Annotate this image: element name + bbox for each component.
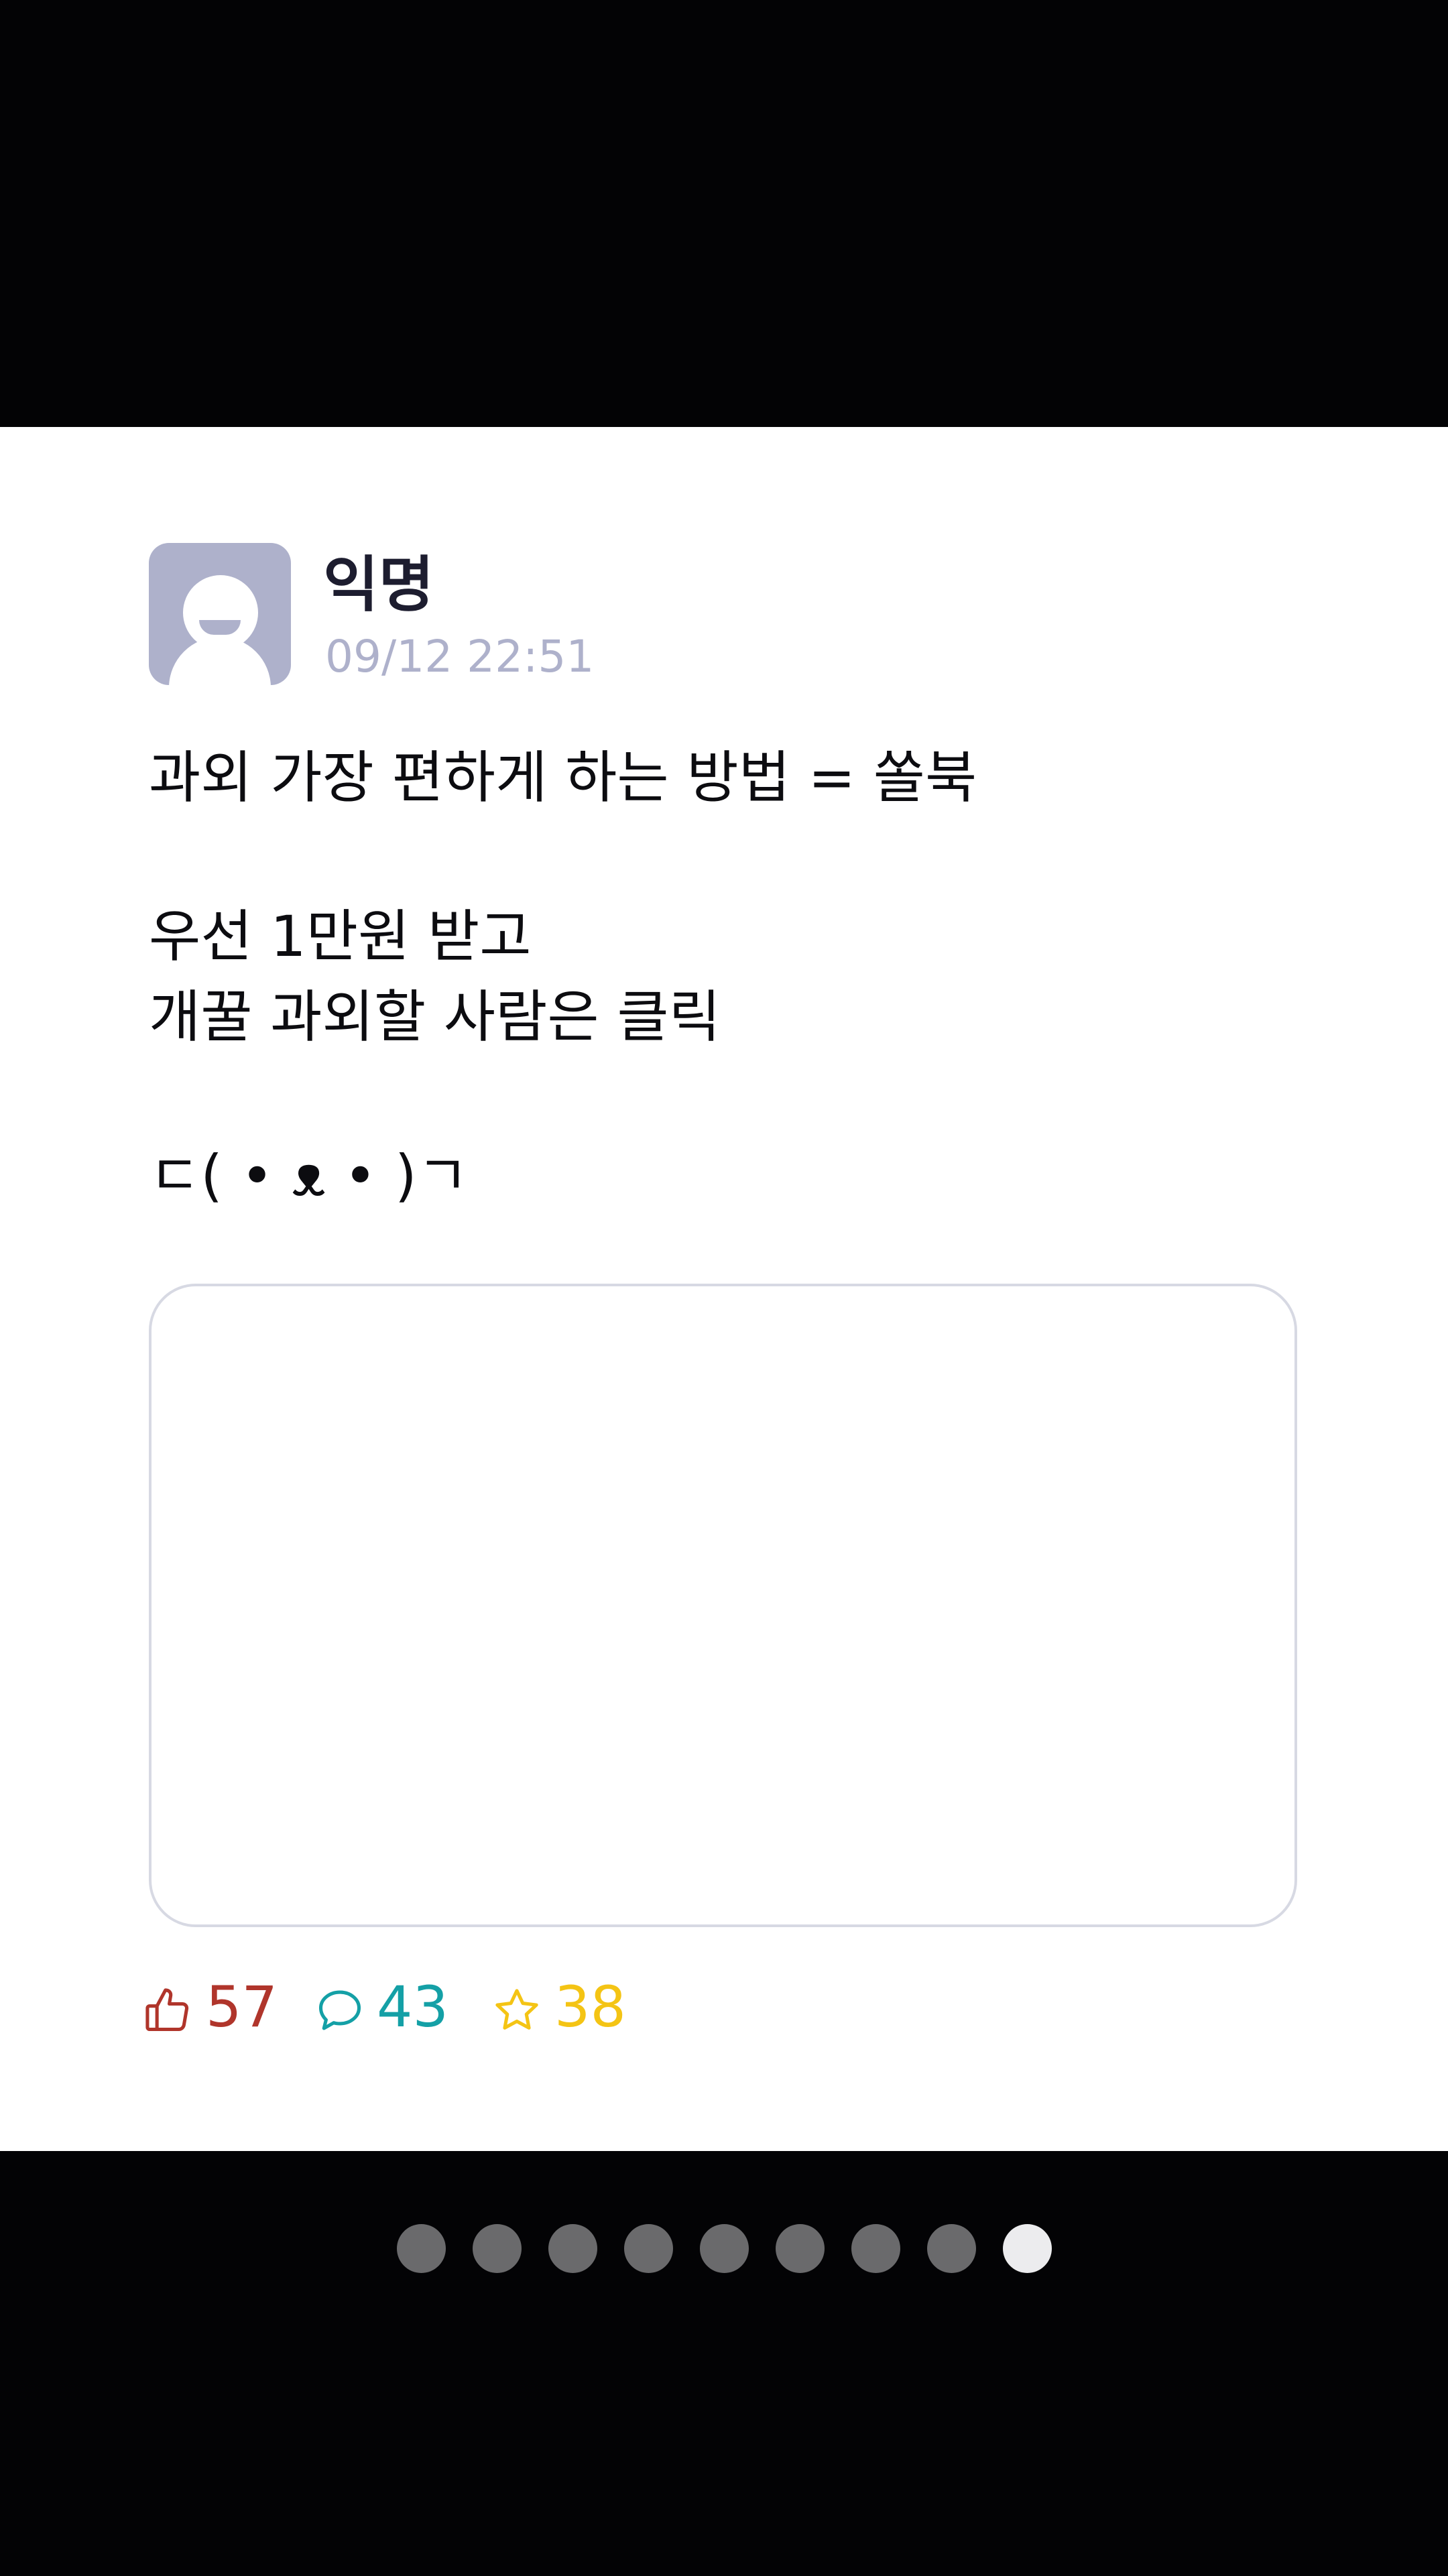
avatar-body xyxy=(169,637,271,685)
page-dot-active[interactable] xyxy=(1002,2224,1052,2273)
thumbs-up-icon xyxy=(145,1988,189,2032)
post-line: 우선 1만원 받고 xyxy=(149,904,532,969)
post-body: 과외 가장 편하게 하는 방법 = 쏠북 우선 1만원 받고 개꿀 과외할 사람… xyxy=(149,737,1288,1216)
author-name[interactable]: 익명 xyxy=(323,548,434,622)
comment-bubble-icon xyxy=(318,1990,361,2030)
scrap-count: 38 xyxy=(554,1974,626,2040)
page-dot[interactable] xyxy=(775,2224,825,2273)
app-frame: 익명 09/12 22:51 과외 가장 편하게 하는 방법 = 쏠북 우선 1… xyxy=(0,0,1448,2576)
page-dot[interactable] xyxy=(623,2224,673,2273)
post-actions: 57 43 38 xyxy=(142,1970,745,2050)
page-dot[interactable] xyxy=(472,2224,522,2273)
post-card: 익명 09/12 22:51 과외 가장 편하게 하는 방법 = 쏠북 우선 1… xyxy=(0,427,1448,2151)
avatar[interactable] xyxy=(149,543,291,685)
page-dot[interactable] xyxy=(396,2224,446,2273)
page-dot[interactable] xyxy=(926,2224,976,2273)
star-icon xyxy=(495,1989,538,2030)
post-line: 과외 가장 편하게 하는 방법 = 쏠북 xyxy=(149,745,977,810)
like-count: 57 xyxy=(206,1974,278,2040)
post-line: ㄷ( • ᴥ • )ㄱ xyxy=(149,1143,469,1209)
page-indicator xyxy=(0,2224,1448,2278)
post-author: 익명 09/12 22:51 xyxy=(149,543,1087,697)
comment-count: 43 xyxy=(377,1974,448,2040)
page-dot[interactable] xyxy=(699,2224,749,2273)
page-dot[interactable] xyxy=(548,2224,597,2273)
post-timestamp: 09/12 22:51 xyxy=(325,631,595,682)
page-dot[interactable] xyxy=(851,2224,900,2273)
post-line: 개꿀 과외할 사람은 클릭 xyxy=(149,984,721,1050)
link-preview-card[interactable] xyxy=(149,1284,1297,1927)
